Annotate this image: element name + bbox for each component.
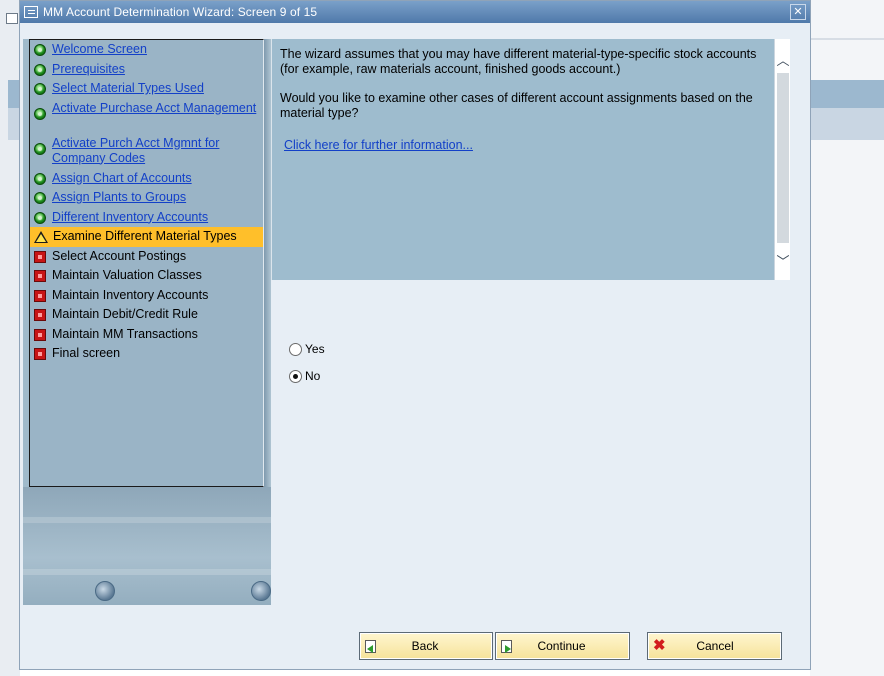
- chevron-up-icon[interactable]: ︿: [775, 45, 791, 73]
- wizard-step: Maintain MM Transactions: [30, 325, 263, 345]
- decorative-circle: [251, 581, 271, 601]
- info-panel: The wizard assumes that you may have dif…: [271, 39, 774, 280]
- wizard-step-label[interactable]: Different Inventory Accounts: [52, 210, 208, 225]
- wizard-step[interactable]: Welcome Screen: [30, 40, 263, 60]
- completed-status-icon: [34, 142, 46, 155]
- pending-status-icon: [34, 309, 46, 321]
- wizard-step: Select Account Postings: [30, 247, 263, 267]
- continue-arrow-icon: [501, 639, 512, 653]
- wizard-step[interactable]: Select Material Types Used: [30, 79, 263, 99]
- background-screen-icon: [6, 13, 18, 24]
- wizard-steps-list: Welcome Screen Prerequisites Select Materi…: [30, 40, 263, 364]
- info-scrollbar[interactable]: ︿ ﹀: [774, 39, 790, 280]
- decorative-border: [264, 39, 271, 487]
- decorative-wave: [23, 517, 271, 523]
- decorative-image: [23, 487, 271, 605]
- completed-status-icon: [34, 192, 46, 204]
- decorative-circle: [95, 581, 115, 601]
- further-information-link[interactable]: Click here for further information...: [284, 138, 473, 152]
- wizard-step: Maintain Valuation Classes: [30, 266, 263, 286]
- wizard-step: Maintain Debit/Credit Rule: [30, 305, 263, 325]
- wizard-step[interactable]: Activate Purchase Acct Management: [30, 99, 263, 134]
- option-yes[interactable]: Yes: [289, 342, 325, 356]
- back-arrow-icon: [365, 639, 376, 653]
- wizard-step: Maintain Inventory Accounts: [30, 286, 263, 306]
- continue-button-label: Continue: [537, 639, 586, 653]
- close-icon[interactable]: ✕: [790, 4, 806, 20]
- cancel-x-icon: ✖: [653, 637, 666, 654]
- yes-label: Yes: [305, 342, 325, 356]
- back-button[interactable]: Back: [359, 632, 493, 660]
- completed-status-icon: [34, 44, 46, 56]
- info-question: Would you like to examine other cases of…: [280, 91, 753, 120]
- info-paragraph: The wizard assumes that you may have dif…: [280, 47, 757, 76]
- wizard-step-label[interactable]: Prerequisites: [52, 62, 125, 77]
- wizard-step-label: Maintain MM Transactions: [52, 326, 198, 341]
- background-divider: [810, 38, 884, 40]
- cancel-button-label: Cancel: [696, 639, 734, 653]
- wizard-steps-box: Welcome Screen Prerequisites Select Materi…: [29, 39, 264, 487]
- option-no[interactable]: No: [289, 369, 320, 383]
- dialog-title: MM Account Determination Wizard: Screen …: [43, 5, 318, 19]
- wizard-step-label: Maintain Valuation Classes: [52, 268, 202, 282]
- wizard-steps-panel: Welcome Screen Prerequisites Select Materi…: [23, 39, 271, 605]
- completed-status-icon: [34, 211, 46, 224]
- wizard-step: Examine Different Material Types: [30, 227, 263, 247]
- wizard-step[interactable]: Different Inventory Accounts: [30, 208, 263, 228]
- wizard-step-label[interactable]: Welcome Screen: [52, 42, 147, 57]
- no-label: No: [305, 369, 321, 383]
- wizard-step: Final screen: [30, 344, 263, 364]
- pending-status-icon: [34, 328, 46, 341]
- yes-radio[interactable]: [289, 342, 302, 356]
- completed-status-icon: [34, 63, 46, 76]
- wizard-step[interactable]: Assign Chart of Accounts: [30, 169, 263, 189]
- pending-status-icon: [34, 348, 46, 360]
- pending-status-icon: [34, 289, 46, 302]
- chevron-down-icon[interactable]: ﹀: [775, 246, 791, 274]
- wizard-step-label[interactable]: Activate Purchase Acct Management: [52, 101, 256, 116]
- wizard-step-label: Maintain Inventory Accounts: [52, 287, 209, 302]
- wizard-step-label[interactable]: Assign Chart of Accounts: [52, 171, 192, 186]
- wizard-dialog: MM Account Determination Wizard: Screen …: [19, 0, 811, 670]
- completed-status-icon: [34, 107, 46, 120]
- wizard-step-label: Maintain Debit/Credit Rule: [52, 307, 198, 321]
- wizard-step-label: Select Account Postings: [52, 248, 187, 263]
- wizard-step-label[interactable]: Activate Purch Acct Mgmnt for Company Co…: [52, 136, 259, 166]
- info-text: The wizard assumes that you may have dif…: [280, 47, 768, 135]
- scrollbar-thumb[interactable]: [777, 73, 789, 243]
- pending-status-icon: [34, 250, 46, 263]
- completed-status-icon: [34, 83, 46, 95]
- wizard-step[interactable]: Prerequisites: [30, 60, 263, 80]
- dialog-titlebar[interactable]: MM Account Determination Wizard: Screen …: [20, 1, 810, 23]
- window-icon: [24, 6, 38, 18]
- no-radio[interactable]: [289, 369, 302, 383]
- wizard-step[interactable]: Assign Plants to Groups: [30, 188, 263, 208]
- continue-button[interactable]: Continue: [495, 632, 630, 660]
- pending-status-icon: [34, 270, 46, 282]
- wizard-step-label: Final screen: [52, 346, 121, 360]
- wizard-step-label[interactable]: Assign Plants to Groups: [52, 190, 186, 205]
- warning-status-icon: [34, 231, 48, 243]
- decorative-wave: [23, 569, 271, 575]
- wizard-step-label: Examine Different Material Types: [53, 229, 237, 243]
- wizard-step[interactable]: Activate Purch Acct Mgmnt for Company Co…: [30, 134, 263, 169]
- cancel-button[interactable]: ✖ Cancel: [647, 632, 782, 660]
- wizard-step-label[interactable]: Select Material Types Used: [52, 81, 204, 96]
- back-button-label: Back: [411, 639, 439, 653]
- completed-status-icon: [34, 172, 46, 185]
